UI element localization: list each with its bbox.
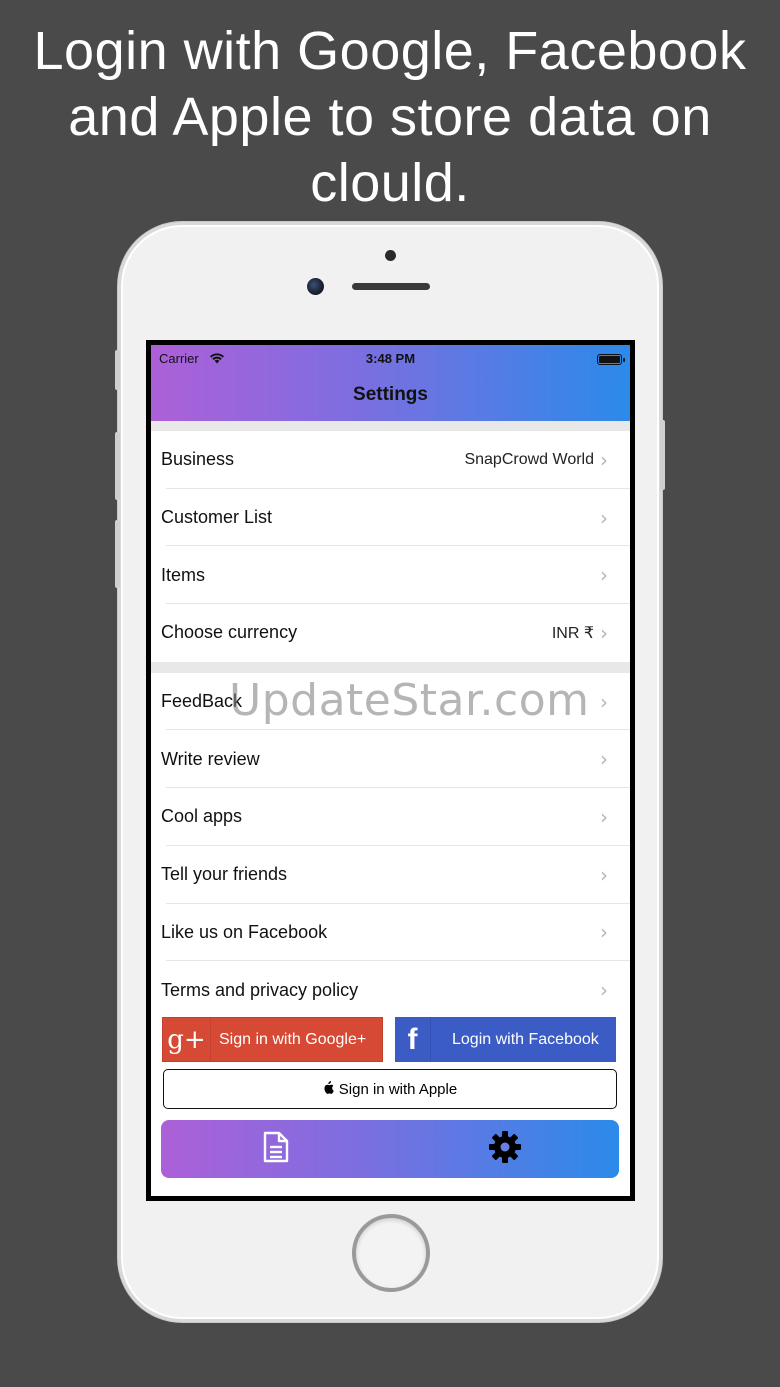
section-separator — [151, 661, 630, 673]
settings-section-support: FeedBack › Write review › Cool apps › Te… — [151, 672, 630, 1019]
volume-up-button — [115, 432, 120, 500]
page-title: Settings — [353, 384, 428, 405]
headline-line-3: clould. — [310, 153, 470, 213]
row-label: Customer List — [161, 507, 273, 528]
mute-switch — [115, 350, 120, 390]
chevron-right-icon: › — [600, 920, 608, 945]
row-label: Like us on Facebook — [161, 921, 328, 942]
home-button[interactable] — [352, 1214, 430, 1292]
row-value: INR ₹ — [551, 624, 594, 642]
row-label: Business — [161, 449, 235, 470]
row-label: Cool apps — [161, 806, 243, 827]
social-login-row: g+ Sign in with Google+ f Login with Fac… — [162, 1017, 616, 1062]
settings-row-like-facebook[interactable]: Like us on Facebook › — [151, 903, 630, 962]
row-value: SnapCrowd World — [464, 450, 594, 468]
facebook-login-button[interactable]: f Login with Facebook — [395, 1017, 616, 1062]
chevron-right-icon: › — [600, 862, 608, 887]
chevron-right-icon: › — [600, 978, 608, 1003]
chevron-right-icon: › — [600, 447, 608, 472]
document-icon — [262, 1131, 290, 1167]
row-label: Tell your friends — [161, 864, 288, 885]
row-label: Items — [161, 564, 206, 585]
row-label: FeedBack — [161, 691, 243, 712]
settings-row-customer-list[interactable]: Customer List › — [151, 488, 630, 547]
chevron-right-icon: › — [600, 563, 608, 588]
chevron-right-icon: › — [600, 804, 608, 829]
gear-icon — [488, 1130, 522, 1168]
settings-row-terms-privacy[interactable]: Terms and privacy policy › — [151, 961, 630, 1019]
navigation-bar: Carrier 3:48 PM Settings — [151, 345, 630, 421]
phone-screen: Carrier 3:48 PM Settings Business SnapCr… — [146, 340, 635, 1201]
status-bar: Carrier 3:48 PM — [151, 351, 630, 369]
settings-row-tell-friends[interactable]: Tell your friends › — [151, 845, 630, 904]
status-time: 3:48 PM — [365, 351, 416, 366]
headline-line-1: Login with Google, Facebook — [33, 21, 747, 81]
apple-signin-label: Sign in with Apple — [338, 1080, 458, 1098]
chevron-right-icon: › — [600, 620, 608, 645]
chevron-right-icon: › — [600, 747, 608, 772]
battery-icon — [597, 354, 625, 365]
volume-down-button — [115, 520, 120, 588]
row-label: Terms and privacy policy — [161, 979, 359, 1000]
earpiece-speaker — [352, 283, 430, 290]
chevron-right-icon: › — [600, 689, 608, 714]
facebook-icon: f — [395, 1017, 431, 1062]
tab-bar — [161, 1120, 619, 1178]
google-signin-label: Sign in with Google+ — [219, 1030, 367, 1048]
row-label: Write review — [161, 748, 260, 769]
settings-row-business[interactable]: Business SnapCrowd World › — [151, 431, 630, 489]
tab-documents[interactable] — [161, 1120, 390, 1178]
app-screen: Carrier 3:48 PM Settings Business SnapCr… — [151, 345, 630, 1196]
settings-row-cool-apps[interactable]: Cool apps › — [151, 788, 630, 846]
google-signin-button[interactable]: g+ Sign in with Google+ — [162, 1017, 383, 1062]
apple-signin-button[interactable]: Sign in with Apple — [163, 1069, 617, 1109]
front-camera — [307, 278, 324, 295]
row-label: Choose currency — [161, 622, 298, 643]
settings-section-account: Business SnapCrowd World › Customer List… — [151, 431, 630, 662]
chevron-right-icon: › — [600, 505, 608, 530]
settings-row-choose-currency[interactable]: Choose currency INR ₹ › — [151, 604, 630, 662]
promo-headline: Login with Google, Facebook and Apple to… — [0, 18, 780, 216]
settings-row-write-review[interactable]: Write review › — [151, 730, 630, 789]
tab-settings[interactable] — [390, 1120, 619, 1178]
headline-line-2: and Apple to store data on — [68, 87, 712, 147]
apple-logo-icon — [323, 1081, 334, 1097]
section-separator — [151, 421, 630, 431]
power-button — [660, 420, 665, 490]
facebook-login-label: Login with Facebook — [452, 1030, 599, 1048]
proximity-sensor — [385, 250, 396, 261]
settings-row-items[interactable]: Items › — [151, 546, 630, 605]
google-plus-icon: g+ — [163, 1018, 211, 1061]
settings-row-feedback[interactable]: FeedBack › — [151, 672, 630, 731]
